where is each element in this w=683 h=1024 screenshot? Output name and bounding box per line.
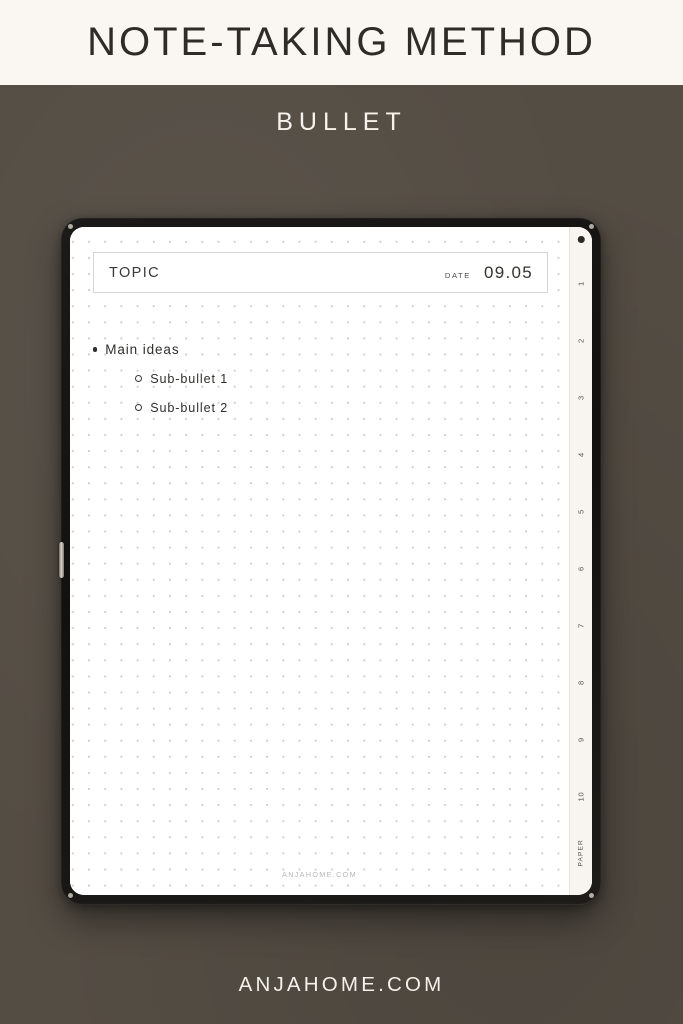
page-watermark: ANJAHOME.COM [282, 870, 357, 879]
hollow-bullet-icon [135, 374, 143, 383]
page-tab-rail: 1 2 3 4 5 6 7 8 9 10 PAPER [569, 227, 592, 895]
list-item[interactable]: Main ideas [93, 335, 549, 364]
date-group: DATE 09.05 [445, 263, 533, 283]
rail-tab-7[interactable]: 7 [577, 615, 586, 637]
rail-tab-4[interactable]: 4 [577, 444, 586, 466]
dot-grid-background [70, 227, 569, 895]
rail-tab-2[interactable]: 2 [577, 330, 586, 352]
date-value[interactable]: 09.05 [484, 263, 533, 283]
rail-tab-6[interactable]: 6 [577, 558, 586, 580]
hollow-bullet-icon [135, 403, 143, 412]
list-item-label: Main ideas [105, 342, 180, 357]
rail-tab-1[interactable]: 1 [577, 273, 586, 295]
top-title-band: NOTE-TAKING METHOD [0, 0, 683, 85]
footer-brand: ANJAHOME.COM [238, 972, 445, 996]
rail-tab-10[interactable]: 10 [577, 786, 586, 808]
device-side-button[interactable] [59, 542, 64, 578]
method-subtitle: BULLET [276, 108, 407, 136]
notes-list: Main ideas Sub-bullet 1 Sub-bullet 2 [93, 335, 549, 422]
rail-dot-icon [577, 236, 585, 243]
note-page: TOPIC DATE 09.05 Main ideas Sub-bullet 1 [70, 227, 569, 895]
list-item-label: Sub-bullet 2 [150, 400, 229, 415]
date-label: DATE [444, 270, 471, 280]
rail-tab-8[interactable]: 8 [577, 672, 586, 694]
tablet-device: TOPIC DATE 09.05 Main ideas Sub-bullet 1 [59, 217, 601, 905]
tablet-screen: TOPIC DATE 09.05 Main ideas Sub-bullet 1 [70, 227, 592, 895]
rail-tab-3[interactable]: 3 [577, 387, 586, 409]
page-title: NOTE-TAKING METHOD [87, 19, 596, 64]
filled-bullet-icon [93, 347, 98, 352]
list-item[interactable]: Sub-bullet 2 [93, 393, 549, 422]
list-item[interactable]: Sub-bullet 1 [93, 364, 549, 393]
rail-tab-5[interactable]: 5 [577, 501, 586, 523]
list-item-label: Sub-bullet 1 [150, 371, 229, 386]
note-header-box: TOPIC DATE 09.05 [93, 252, 548, 293]
topic-label[interactable]: TOPIC [109, 265, 160, 281]
rail-tab-paper[interactable]: PAPER [578, 839, 585, 866]
rail-tab-9[interactable]: 9 [577, 729, 586, 751]
